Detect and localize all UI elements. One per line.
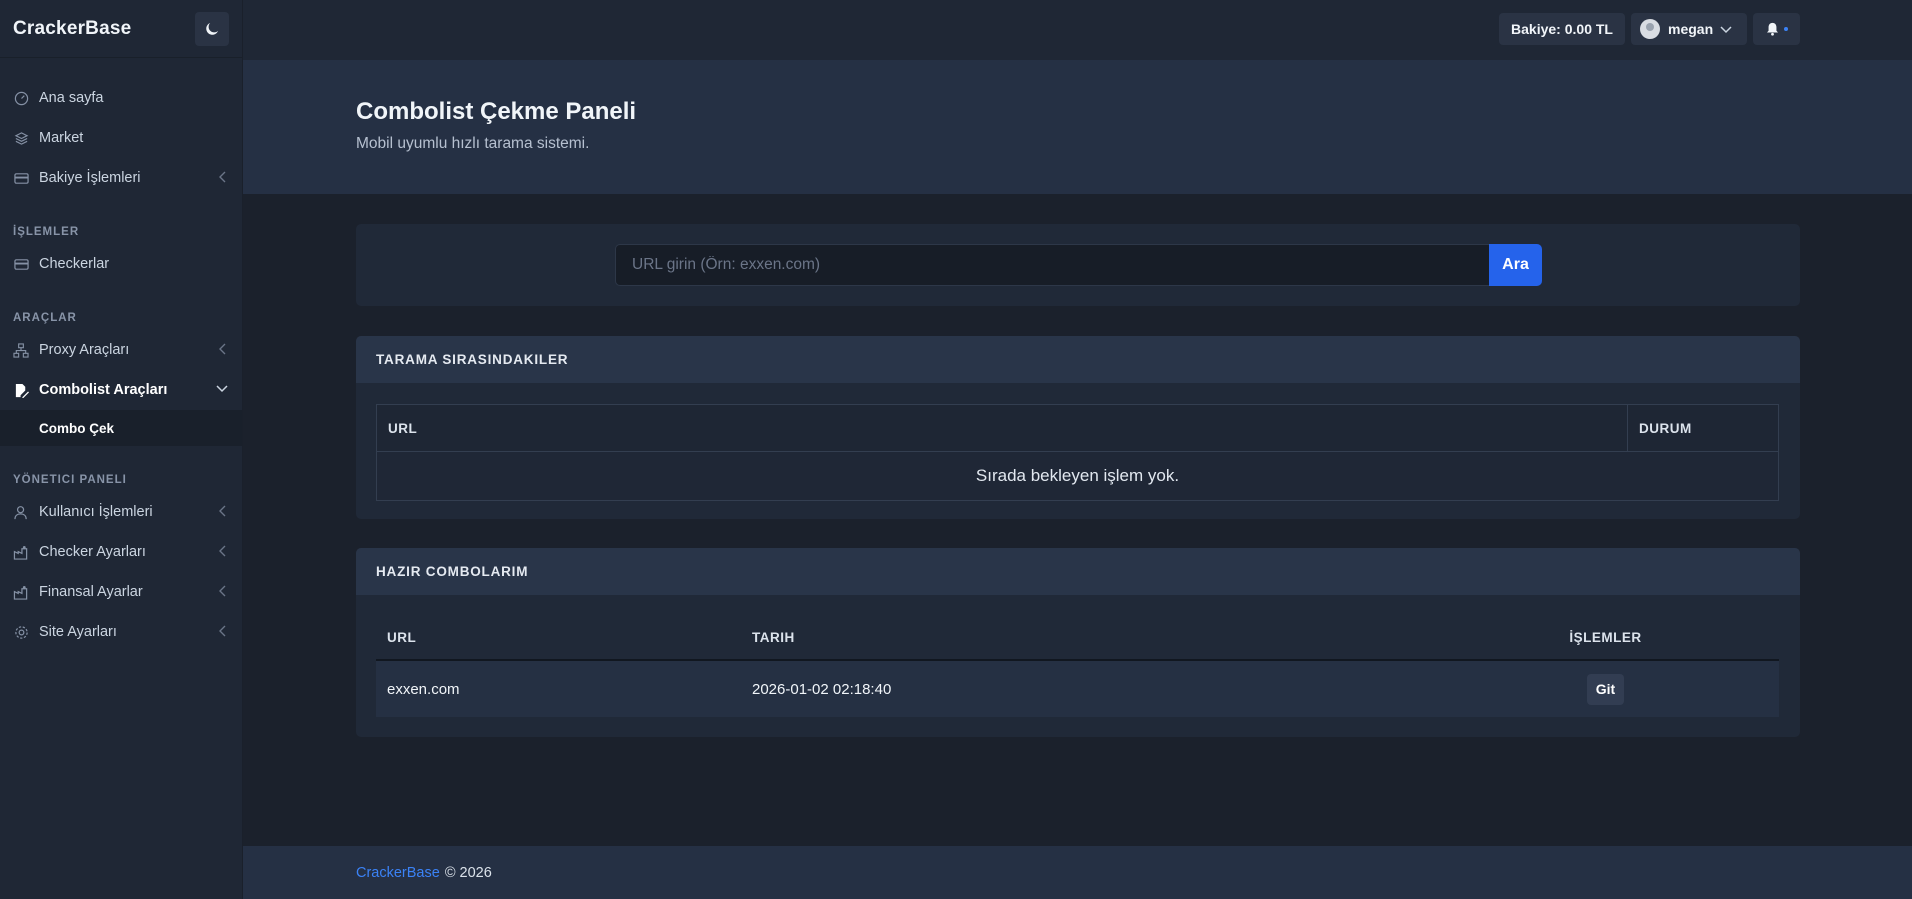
sidebar-item-ana-sayfa[interactable]: Ana sayfa — [0, 78, 242, 118]
queue-card: TARAMA SIRASINDAKILER URL DURUM Sırada b… — [356, 336, 1800, 519]
column-header-url: URL — [376, 615, 752, 661]
chevron-left-icon — [218, 343, 228, 355]
column-header-actions: İŞLEMLER — [1432, 615, 1779, 661]
git-button[interactable]: Git — [1587, 673, 1624, 705]
avatar — [1640, 19, 1660, 39]
ready-combos-table: URL TARIH İŞLEMLER exxen.com 2026-01-02 … — [376, 615, 1779, 717]
chevron-left-icon — [218, 585, 228, 597]
sidebar-item-bakiye[interactable]: Bakiye İşlemleri — [0, 158, 242, 198]
chevron-down-icon — [1720, 25, 1732, 34]
row-actions: Git — [1432, 660, 1779, 717]
user-icon — [13, 504, 29, 520]
layers-icon — [13, 130, 29, 146]
user-menu-button[interactable]: megan — [1631, 13, 1747, 45]
chevron-left-icon — [218, 545, 228, 557]
factory-gear-icon — [13, 544, 29, 560]
sidebar-item-label: Checker Ayarları — [39, 544, 146, 560]
sidebar: CrackerBase Ana sayfa Market Bakiye İşle… — [0, 0, 243, 899]
sidebar-item-market[interactable]: Market — [0, 118, 242, 158]
footer-copyright: © 2026 — [444, 864, 492, 881]
footer: CrackerBase © 2026 — [243, 846, 1912, 899]
sidebar-item-label: Kullanıcı İşlemleri — [39, 504, 153, 520]
row-date: 2026-01-02 02:18:40 — [752, 660, 1432, 717]
balance-badge[interactable]: Bakiye: 0.00 TL — [1499, 13, 1625, 45]
sidebar-item-label: Ana sayfa — [39, 90, 104, 106]
sidebar-item-proxy[interactable]: Proxy Araçları — [0, 330, 242, 370]
file-edit-icon — [13, 382, 29, 398]
brand-bar: CrackerBase — [0, 0, 242, 58]
section-label-islemler: İŞLEMLER — [13, 226, 80, 238]
ready-combos-card: HAZIR COMBOLARIM URL TARIH İŞLEMLER exxe… — [356, 548, 1800, 737]
column-header-date: TARIH — [752, 615, 1432, 661]
sidebar-item-label: Bakiye İşlemleri — [39, 170, 141, 186]
page-subtitle: Mobil uyumlu hızlı tarama sistemi. — [356, 135, 590, 152]
queue-card-title: TARAMA SIRASINDAKILER — [356, 336, 1800, 383]
search-button[interactable]: Ara — [1489, 244, 1542, 286]
username: megan — [1668, 21, 1714, 37]
sidebar-item-combolist[interactable]: Combolist Araçları — [0, 370, 242, 410]
brand-logo[interactable]: CrackerBase — [13, 18, 131, 40]
chevron-left-icon — [218, 171, 228, 183]
footer-brand-link[interactable]: CrackerBase — [356, 865, 440, 881]
sidebar-item-label: Market — [39, 130, 84, 146]
page-title: Combolist Çekme Paneli — [356, 98, 637, 125]
theme-toggle-button[interactable] — [195, 11, 229, 46]
sidebar-item-label: Finansal Ayarlar — [39, 584, 143, 600]
section-label-yonetici: YÖNETICI PANELI — [13, 474, 127, 486]
bell-icon — [1766, 22, 1778, 36]
sidebar-item-label: Combolist Araçları — [39, 382, 168, 398]
search-form: Ara — [615, 244, 1542, 286]
chevron-left-icon — [218, 625, 228, 637]
sidebar-item-checkerlar[interactable]: Checkerlar — [0, 244, 242, 284]
empty-message: Sırada bekleyen işlem yok. — [376, 451, 1779, 501]
row-url: exxen.com — [376, 660, 752, 717]
chevron-left-icon — [218, 505, 228, 517]
sidebar-item-site-ayarlari[interactable]: Site Ayarları — [0, 612, 242, 652]
sidebar-nav: Ana sayfa Market Bakiye İşlemleri İŞLEML… — [0, 58, 242, 652]
sidebar-item-kullanici[interactable]: Kullanıcı İşlemleri — [0, 492, 242, 532]
queue-table: URL DURUM Sırada bekleyen işlem yok. — [376, 404, 1779, 501]
sidebar-item-finansal[interactable]: Finansal Ayarlar — [0, 572, 242, 612]
sidebar-item-label: Site Ayarları — [39, 624, 117, 640]
url-input[interactable] — [615, 244, 1489, 286]
credit-card-icon — [13, 256, 29, 272]
sidebar-subitem-combo-cek[interactable]: Combo Çek — [0, 410, 242, 446]
table-row: exxen.com 2026-01-02 02:18:40 Git — [376, 660, 1779, 717]
gauge-icon — [13, 90, 29, 106]
column-header-status: DURUM — [1627, 404, 1779, 452]
page-header: Combolist Çekme Paneli Mobil uyumlu hızl… — [243, 60, 1912, 194]
column-header-url: URL — [376, 404, 1628, 452]
credit-card-icon — [13, 170, 29, 186]
sidebar-item-label: Proxy Araçları — [39, 342, 130, 358]
ready-card-title: HAZIR COMBOLARIM — [356, 548, 1800, 595]
factory-gear-icon — [13, 584, 29, 600]
search-card: Ara — [356, 224, 1800, 306]
sidebar-item-checker-ayarlari[interactable]: Checker Ayarları — [0, 532, 242, 572]
notifications-button[interactable] — [1753, 13, 1800, 45]
gear-icon — [13, 624, 29, 640]
section-label-araclar: ARAÇLAR — [13, 312, 77, 324]
sidebar-item-label: Checkerlar — [39, 256, 110, 272]
notification-dot — [1783, 27, 1788, 31]
table-row: Sırada bekleyen işlem yok. — [376, 451, 1779, 501]
network-icon — [13, 342, 29, 358]
chevron-down-icon — [216, 383, 228, 393]
moon-icon — [206, 22, 219, 35]
top-bar: Bakiye: 0.00 TL megan — [243, 0, 1912, 60]
